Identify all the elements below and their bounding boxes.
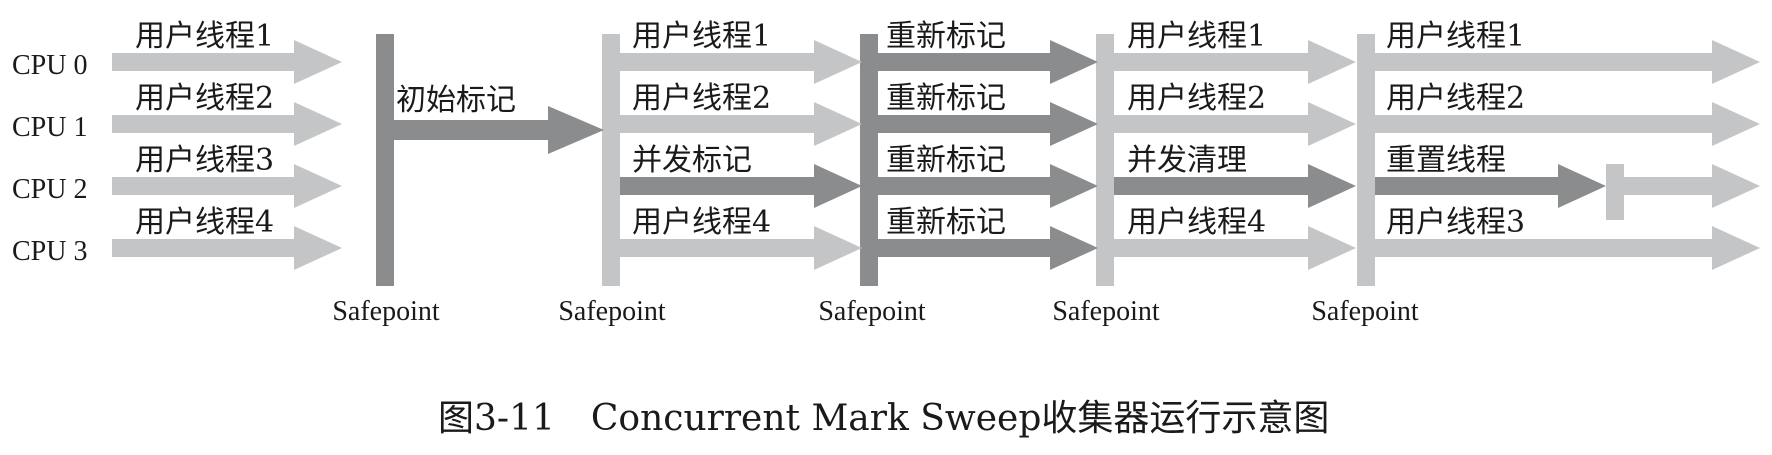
cpu-label-1: CPU 1 bbox=[12, 112, 87, 143]
safepoint-bar-2 bbox=[602, 34, 620, 286]
thread-label-phase3-cpu3: 用户线程4 bbox=[632, 205, 771, 240]
safepoint-bar-3 bbox=[860, 34, 878, 286]
thread-label-phase5-cpu1: 用户线程2 bbox=[1127, 81, 1266, 116]
thread-label-phase6-cpu0: 用户线程1 bbox=[1386, 19, 1525, 54]
thread-label-phase3-cpu2: 并发标记 bbox=[632, 143, 752, 178]
thread-label-initial-mark: 初始标记 bbox=[396, 83, 516, 118]
safepoint-label-2: Safepoint bbox=[558, 296, 666, 327]
safepoint-bar-5 bbox=[1357, 34, 1375, 286]
thread-label-phase4-cpu1: 重新标记 bbox=[886, 81, 1006, 116]
thread-label-phase1-cpu0: 用户线程1 bbox=[135, 19, 274, 54]
thread-label-phase6-cpu1: 用户线程2 bbox=[1386, 81, 1525, 116]
thread-label-phase1-cpu2: 用户线程3 bbox=[135, 143, 274, 178]
safepoint-bar-4 bbox=[1096, 34, 1114, 286]
thread-label-phase5-cpu2: 并发清理 bbox=[1127, 143, 1247, 178]
thread-label-phase1-cpu3: 用户线程4 bbox=[135, 205, 274, 240]
safepoint-bar-1 bbox=[376, 34, 394, 286]
safepoint-label-5: Safepoint bbox=[1311, 296, 1419, 327]
thread-label-phase5-cpu0: 用户线程1 bbox=[1127, 19, 1266, 54]
cpu-label-3: CPU 3 bbox=[12, 236, 87, 267]
thread-label-phase4-cpu2: 重新标记 bbox=[886, 143, 1006, 178]
cpu-label-0: CPU 0 bbox=[12, 50, 87, 81]
arrow-phase6-cpu2-resume bbox=[1624, 164, 1760, 208]
thread-label-phase3-cpu0: 用户线程1 bbox=[632, 19, 771, 54]
thread-label-phase4-cpu0: 重新标记 bbox=[886, 19, 1006, 54]
safepoint-label-4: Safepoint bbox=[1052, 296, 1160, 327]
thread-label-phase6-cpu2: 重置线程 bbox=[1386, 143, 1506, 178]
thread-label-phase1-cpu1: 用户线程2 bbox=[135, 81, 274, 116]
thread-label-phase5-cpu3: 用户线程4 bbox=[1127, 205, 1266, 240]
safepoint-label-3: Safepoint bbox=[818, 296, 926, 327]
thread-label-phase6-cpu3: 用户线程3 bbox=[1386, 205, 1525, 240]
thread-label-phase4-cpu3: 重新标记 bbox=[886, 205, 1006, 240]
cpu-label-2: CPU 2 bbox=[12, 174, 87, 205]
reset-thread-stop-marker bbox=[1606, 164, 1624, 220]
cms-diagram: 用户线程1用户线程2用户线程3用户线程4初始标记用户线程1用户线程2并发标记用户… bbox=[12, 19, 1760, 439]
thread-label-phase3-cpu1: 用户线程2 bbox=[632, 81, 771, 116]
figure-caption: 图3-11 Concurrent Mark Sweep收集器运行示意图 bbox=[438, 398, 1329, 439]
safepoint-label-1: Safepoint bbox=[332, 296, 440, 327]
